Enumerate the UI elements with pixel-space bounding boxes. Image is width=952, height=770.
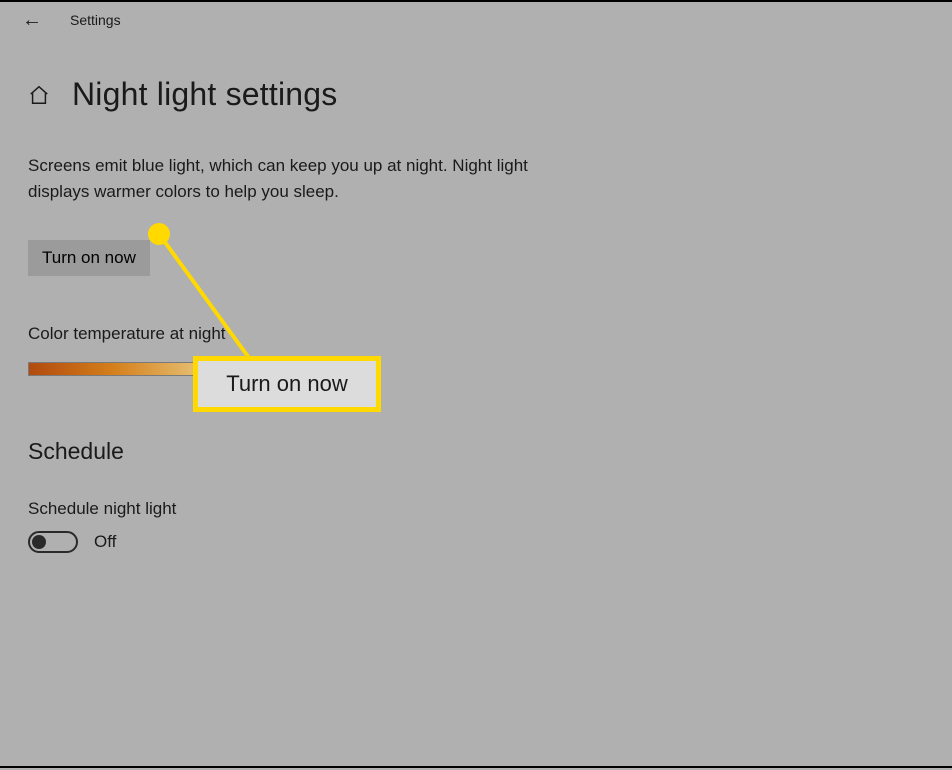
page-description: Screens emit blue light, which can keep … (28, 153, 588, 206)
schedule-toggle[interactable] (28, 531, 78, 553)
app-title: Settings (70, 12, 121, 28)
schedule-night-light-label: Schedule night light (28, 499, 924, 519)
schedule-toggle-state: Off (94, 532, 116, 552)
slider-track (28, 362, 360, 376)
title-bar: ← Settings (0, 2, 952, 30)
color-temperature-slider[interactable] (28, 362, 360, 376)
toggle-knob (32, 535, 46, 549)
color-temperature-label: Color temperature at night (28, 324, 924, 344)
slider-thumb[interactable] (200, 358, 210, 380)
page-title-row: Night light settings (28, 76, 924, 113)
back-icon[interactable]: ← (22, 10, 42, 30)
turn-on-now-button[interactable]: Turn on now (28, 240, 150, 276)
schedule-heading: Schedule (28, 438, 924, 465)
settings-content: Night light settings Screens emit blue l… (0, 30, 952, 553)
page-title: Night light settings (72, 76, 337, 113)
schedule-toggle-row: Off (28, 531, 924, 553)
home-icon[interactable] (28, 84, 50, 106)
